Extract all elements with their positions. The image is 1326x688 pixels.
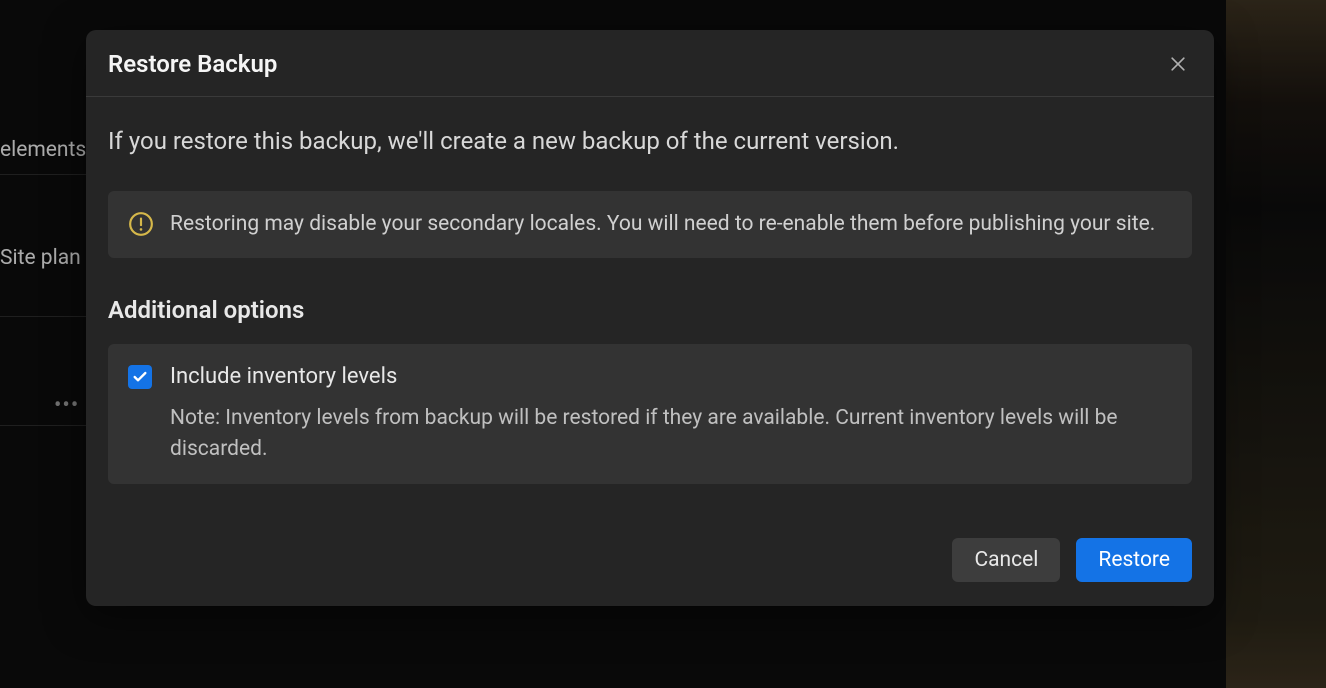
option-note: Note: Inventory levels from backup will … (170, 403, 1172, 466)
restore-backup-modal: Restore Backup If you restore this backu… (86, 30, 1214, 606)
option-box: Include inventory levels Note: Inventory… (108, 344, 1192, 484)
close-icon (1168, 54, 1188, 74)
modal-description: If you restore this backup, we'll create… (108, 125, 1192, 159)
check-icon (132, 369, 148, 385)
close-button[interactable] (1164, 50, 1192, 78)
option-label: Include inventory levels (170, 362, 1172, 393)
modal-title: Restore Backup (108, 50, 277, 78)
warning-text: Restoring may disable your secondary loc… (170, 209, 1155, 241)
option-content: Include inventory levels Note: Inventory… (170, 362, 1172, 466)
warning-box: Restoring may disable your secondary loc… (108, 191, 1192, 259)
additional-options-heading: Additional options (108, 296, 1192, 324)
cancel-button[interactable]: Cancel (952, 538, 1060, 582)
warning-icon (128, 211, 154, 237)
restore-button[interactable]: Restore (1076, 538, 1192, 582)
modal-header: Restore Backup (86, 30, 1214, 97)
modal-body: If you restore this backup, we'll create… (86, 97, 1214, 506)
modal-footer: Cancel Restore (86, 538, 1214, 606)
include-inventory-checkbox[interactable] (128, 365, 152, 389)
